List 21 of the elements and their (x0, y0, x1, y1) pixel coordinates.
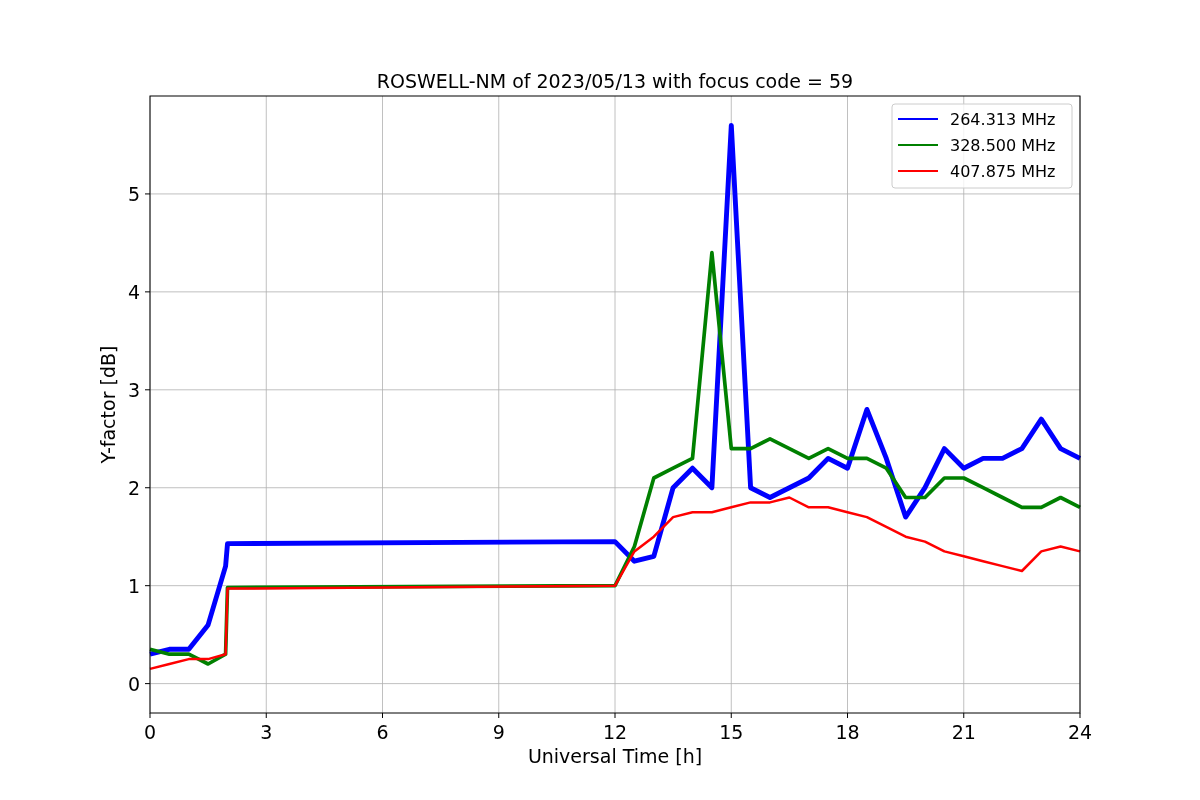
legend-label: 264.313 MHz (950, 110, 1056, 129)
y-tick-label: 2 (127, 476, 140, 499)
x-tick-label: 12 (602, 721, 628, 743)
y-axis-label: Y-factor [dB] (97, 345, 119, 464)
legend-label: 328.500 MHz (950, 136, 1056, 155)
x-tick-label: 3 (260, 721, 273, 743)
x-tick-label: 24 (1067, 721, 1093, 743)
x-tick-label: 9 (492, 721, 505, 743)
y-tick-label: 3 (127, 378, 140, 401)
x-tick-label: 15 (719, 721, 744, 743)
y-tick-label: 5 (127, 182, 140, 205)
x-tick-label: 6 (376, 721, 389, 743)
x-axis-label: Universal Time [h] (527, 745, 703, 767)
x-tick-label: 0 (143, 721, 157, 743)
legend-label: 407.875 MHz (950, 162, 1056, 181)
chart-title: ROSWELL-NM of 2023/05/13 with focus code = 59 (376, 70, 854, 92)
y-tick-label: 1 (127, 574, 140, 597)
x-tick-label: 18 (835, 721, 860, 743)
x-tick-label: 21 (951, 721, 976, 743)
y-tick-label: 0 (127, 672, 140, 695)
y-tick-label: 4 (127, 280, 140, 303)
